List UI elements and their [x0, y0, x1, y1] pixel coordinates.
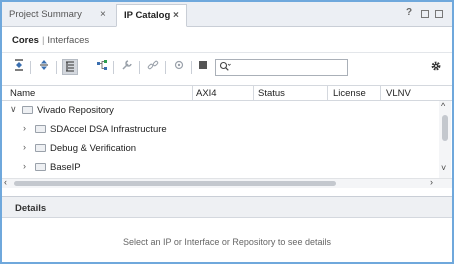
- tab-bar: Project Summary × IP Catalog × ?: [2, 2, 452, 27]
- restore-icon[interactable]: [421, 10, 429, 18]
- column-divider[interactable]: [327, 86, 328, 101]
- column-header-name[interactable]: Name: [10, 88, 35, 99]
- close-icon[interactable]: ×: [100, 4, 106, 26]
- collapse-all-icon[interactable]: [11, 59, 27, 75]
- column-header-vlnv[interactable]: VLNV: [386, 88, 411, 99]
- details-header: Details: [2, 196, 452, 218]
- ip-catalog-panel: Project Summary × IP Catalog × ? Cores | I…: [0, 0, 454, 264]
- hierarchy-icon[interactable]: [62, 59, 78, 75]
- toolbar-separator: [165, 61, 166, 74]
- chip-icon[interactable]: [171, 59, 187, 75]
- scroll-up-icon[interactable]: ^: [441, 101, 445, 111]
- search-icon: [219, 61, 231, 75]
- tab-label: Project Summary: [9, 9, 82, 20]
- details-message: Select an IP or Interface or Repository …: [123, 237, 331, 247]
- scrollbar-thumb[interactable]: [14, 181, 336, 186]
- column-header-status[interactable]: Status: [258, 88, 285, 99]
- details-title: Details: [15, 203, 47, 214]
- tree-row-baseip[interactable]: › BaseIP: [2, 158, 440, 177]
- view-switcher: Cores | Interfaces: [12, 35, 89, 46]
- toolbar: [2, 57, 452, 79]
- divider: [2, 52, 452, 53]
- interfaces-link[interactable]: Interfaces: [47, 35, 89, 46]
- column-divider[interactable]: [253, 86, 254, 101]
- scroll-right-icon[interactable]: ›: [430, 177, 433, 187]
- close-icon[interactable]: ×: [173, 5, 179, 27]
- stop-icon[interactable]: [195, 59, 211, 75]
- row-label: SDAccel DSA Infrastructure: [50, 124, 167, 135]
- row-label: Debug & Verification: [50, 143, 137, 154]
- column-divider[interactable]: [380, 86, 381, 101]
- tree-row-debug-verification[interactable]: › Debug & Verification: [2, 139, 440, 158]
- row-label: Vivado Repository: [37, 105, 114, 116]
- gear-icon[interactable]: [430, 60, 442, 75]
- cores-link[interactable]: Cores: [12, 35, 39, 46]
- wrench-icon[interactable]: [119, 59, 135, 75]
- scroll-down-icon[interactable]: ˅: [441, 163, 446, 173]
- expand-all-icon[interactable]: [36, 59, 52, 75]
- toolbar-separator: [56, 61, 57, 74]
- folder-icon: [35, 125, 46, 133]
- toolbar-separator: [113, 61, 114, 74]
- tab-label: IP Catalog: [124, 10, 171, 21]
- toolbar-separator: [191, 61, 192, 74]
- column-header-axi4[interactable]: AXI4: [196, 88, 217, 99]
- search-input[interactable]: [215, 59, 348, 76]
- chevron-down-icon[interactable]: ∨: [10, 104, 17, 115]
- float-window-icon[interactable]: [435, 10, 443, 18]
- tree-row-sdaccel-dsa[interactable]: › SDAccel DSA Infrastructure: [2, 120, 440, 139]
- network-icon[interactable]: [94, 59, 110, 75]
- toolbar-separator: [139, 61, 140, 74]
- tab-ip-catalog[interactable]: IP Catalog ×: [116, 4, 187, 27]
- vertical-scrollbar[interactable]: ^ ˅: [439, 101, 451, 178]
- chevron-right-icon[interactable]: ›: [23, 161, 26, 171]
- tab-project-summary[interactable]: Project Summary ×: [2, 4, 116, 27]
- link-icon[interactable]: [145, 59, 161, 75]
- folder-icon: [35, 144, 46, 152]
- scroll-left-icon[interactable]: ‹: [4, 177, 7, 187]
- row-label: BaseIP: [50, 162, 81, 173]
- chevron-right-icon[interactable]: ›: [23, 142, 26, 152]
- tree-row-vivado-repository[interactable]: ∨ Vivado Repository: [2, 101, 440, 120]
- folder-icon: [35, 163, 46, 171]
- toolbar-separator: [30, 61, 31, 74]
- help-icon[interactable]: ?: [406, 7, 412, 18]
- table-header: Name AXI4 Status License VLNV: [2, 85, 452, 101]
- scrollbar-thumb[interactable]: [442, 115, 448, 141]
- column-divider[interactable]: [192, 86, 193, 101]
- column-header-license[interactable]: License: [333, 88, 366, 99]
- folder-icon: [22, 106, 33, 114]
- chevron-right-icon[interactable]: ›: [23, 123, 26, 133]
- horizontal-scrollbar[interactable]: ‹ ›: [2, 177, 452, 188]
